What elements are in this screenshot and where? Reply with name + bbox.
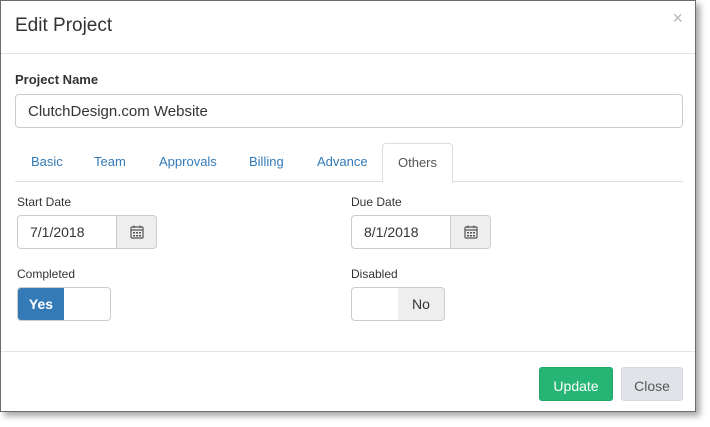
start-date-input[interactable]: 7/1/2018 bbox=[18, 216, 117, 248]
edit-project-modal: Edit Project × Project Name Basic Team A… bbox=[0, 0, 696, 412]
completed-toggle-yes: Yes bbox=[18, 288, 64, 320]
modal-title: Edit Project bbox=[15, 15, 113, 36]
tab-advance[interactable]: Advance bbox=[317, 143, 368, 182]
tab-bar: Basic Team Approvals Billing Advance Oth… bbox=[15, 143, 683, 183]
start-date-label: Start Date bbox=[17, 195, 72, 209]
disabled-toggle[interactable]: No bbox=[351, 287, 445, 321]
tab-others[interactable]: Others bbox=[382, 143, 454, 183]
start-date-field: 7/1/2018 bbox=[17, 215, 157, 249]
calendar-icon bbox=[129, 225, 144, 239]
disabled-toggle-no: No bbox=[398, 288, 444, 320]
calendar-icon bbox=[463, 225, 478, 239]
tab-billing[interactable]: Billing bbox=[249, 143, 284, 182]
due-date-picker-button[interactable] bbox=[450, 216, 490, 248]
completed-label: Completed bbox=[17, 267, 76, 281]
project-name-label: Project Name bbox=[15, 72, 99, 87]
update-button[interactable]: Update bbox=[539, 367, 613, 401]
due-date-label: Due Date bbox=[351, 195, 402, 209]
disabled-label: Disabled bbox=[351, 267, 398, 281]
completed-toggle[interactable]: Yes bbox=[17, 287, 111, 321]
modal-header: Edit Project × bbox=[1, 1, 695, 54]
project-name-input[interactable] bbox=[15, 94, 683, 128]
due-date-input[interactable]: 8/1/2018 bbox=[352, 216, 451, 248]
start-date-picker-button[interactable] bbox=[116, 216, 156, 248]
due-date-field: 8/1/2018 bbox=[351, 215, 491, 249]
tab-basic[interactable]: Basic bbox=[31, 143, 63, 182]
tab-team[interactable]: Team bbox=[94, 143, 126, 182]
close-icon[interactable]: × bbox=[672, 9, 683, 27]
tab-approvals[interactable]: Approvals bbox=[159, 143, 217, 182]
close-button[interactable]: Close bbox=[621, 367, 683, 401]
modal-footer: Update Close bbox=[1, 351, 695, 411]
